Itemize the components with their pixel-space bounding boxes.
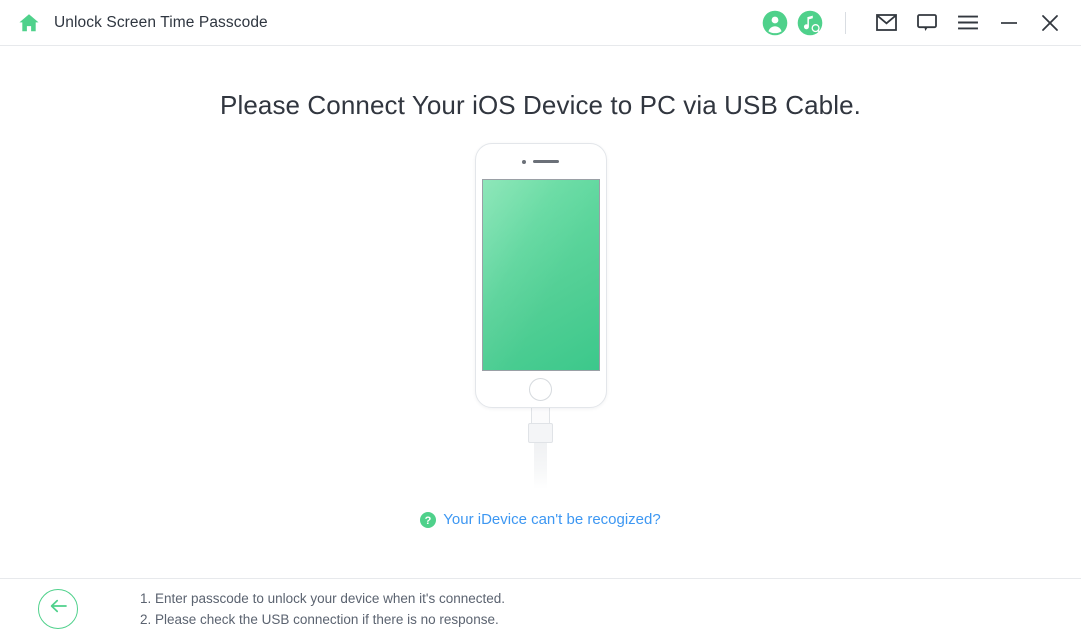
svg-text:?: ? bbox=[425, 514, 432, 526]
page-title: Please Connect Your iOS Device to PC via… bbox=[220, 90, 861, 120]
title-bar-right bbox=[753, 8, 1067, 38]
phone-body bbox=[474, 143, 607, 408]
front-camera-dot bbox=[522, 159, 526, 164]
footer-tip: 2. Please check the USB connection if th… bbox=[140, 611, 499, 627]
arrow-left-icon bbox=[49, 598, 68, 619]
title-bar-separator bbox=[845, 11, 846, 34]
back-button[interactable] bbox=[38, 588, 78, 629]
ios-device-illustration bbox=[471, 143, 611, 489]
footer-bar: 1. Enter passcode to unlock your device … bbox=[0, 578, 1081, 638]
phone-screen bbox=[481, 179, 600, 371]
question-mark-icon: ? bbox=[420, 511, 437, 528]
mail-envelope-icon[interactable] bbox=[869, 8, 903, 38]
window-title: Unlock Screen Time Passcode bbox=[54, 13, 268, 31]
device-home-button bbox=[529, 377, 552, 401]
application-window: Unlock Screen Time Passcode Please Conne… bbox=[0, 0, 1081, 638]
minimize-icon[interactable] bbox=[992, 8, 1026, 38]
title-bar: Unlock Screen Time Passcode bbox=[0, 0, 1081, 46]
account-circle-icon[interactable] bbox=[753, 10, 788, 36]
footer-tips: 1. Enter passcode to unlock your device … bbox=[140, 589, 505, 629]
phone-top-bar bbox=[476, 144, 606, 179]
cable-cord bbox=[534, 443, 547, 489]
hamburger-menu-icon[interactable] bbox=[951, 8, 985, 38]
cable-plug-head bbox=[528, 423, 553, 443]
footer-tip: 1. Enter passcode to unlock your device … bbox=[140, 590, 506, 606]
phone-bottom-bar bbox=[476, 371, 606, 407]
speech-bubble-icon[interactable] bbox=[910, 8, 944, 38]
title-bar-left: Unlock Screen Time Passcode bbox=[18, 12, 268, 34]
home-icon[interactable] bbox=[18, 12, 40, 34]
main-content: Please Connect Your iOS Device to PC via… bbox=[0, 46, 1081, 578]
usb-lightning-cable bbox=[511, 407, 571, 489]
help-link-label: Your iDevice can't be recogized? bbox=[443, 511, 661, 528]
device-not-recognized-link[interactable]: ? Your iDevice can't be recogized? bbox=[420, 511, 661, 528]
close-icon[interactable] bbox=[1033, 8, 1067, 38]
music-search-icon[interactable] bbox=[788, 10, 823, 36]
earpiece-speaker bbox=[533, 159, 559, 164]
cable-plug-neck bbox=[531, 407, 550, 423]
